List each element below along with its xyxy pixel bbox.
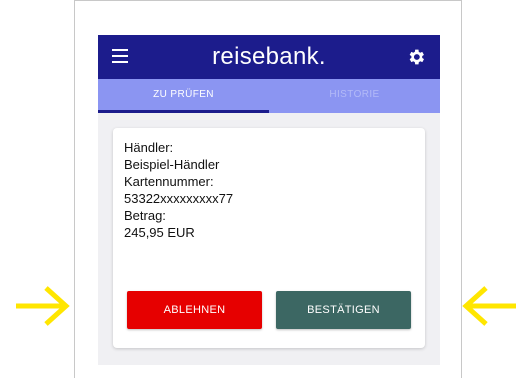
amount-value: 245,95 EUR bbox=[124, 225, 195, 240]
card-number-label: Kartennummer: bbox=[124, 174, 214, 189]
amount-label: Betrag: bbox=[124, 208, 166, 223]
transaction-details: Händler: Beispiel-Händler Kartennummer: … bbox=[124, 139, 233, 241]
active-tab-indicator bbox=[98, 110, 269, 113]
app-bar: reisebank. bbox=[98, 35, 440, 79]
tab-zu-pruefen[interactable]: ZU PRÜFEN bbox=[98, 79, 269, 113]
arrow-right-icon bbox=[16, 286, 70, 326]
tab-historie[interactable]: HISTORIE bbox=[269, 79, 440, 113]
confirm-button[interactable]: BESTÄTIGEN bbox=[276, 291, 411, 329]
card-number-value: 53322xxxxxxxxx77 bbox=[124, 191, 234, 206]
merchant-label: Händler: bbox=[124, 140, 174, 155]
tab-bar: ZU PRÜFEN HISTORIE bbox=[98, 79, 440, 113]
merchant-value: Beispiel-Händler bbox=[124, 157, 220, 172]
arrow-left-icon bbox=[462, 286, 516, 326]
app-screen: reisebank. ZU PRÜFEN HISTORIE Händler: B… bbox=[98, 35, 440, 365]
gear-icon[interactable] bbox=[406, 47, 426, 67]
brand-logo: reisebank. bbox=[212, 43, 326, 70]
reject-button[interactable]: ABLEHNEN bbox=[127, 291, 262, 329]
transaction-card: Händler: Beispiel-Händler Kartennummer: … bbox=[113, 128, 425, 348]
